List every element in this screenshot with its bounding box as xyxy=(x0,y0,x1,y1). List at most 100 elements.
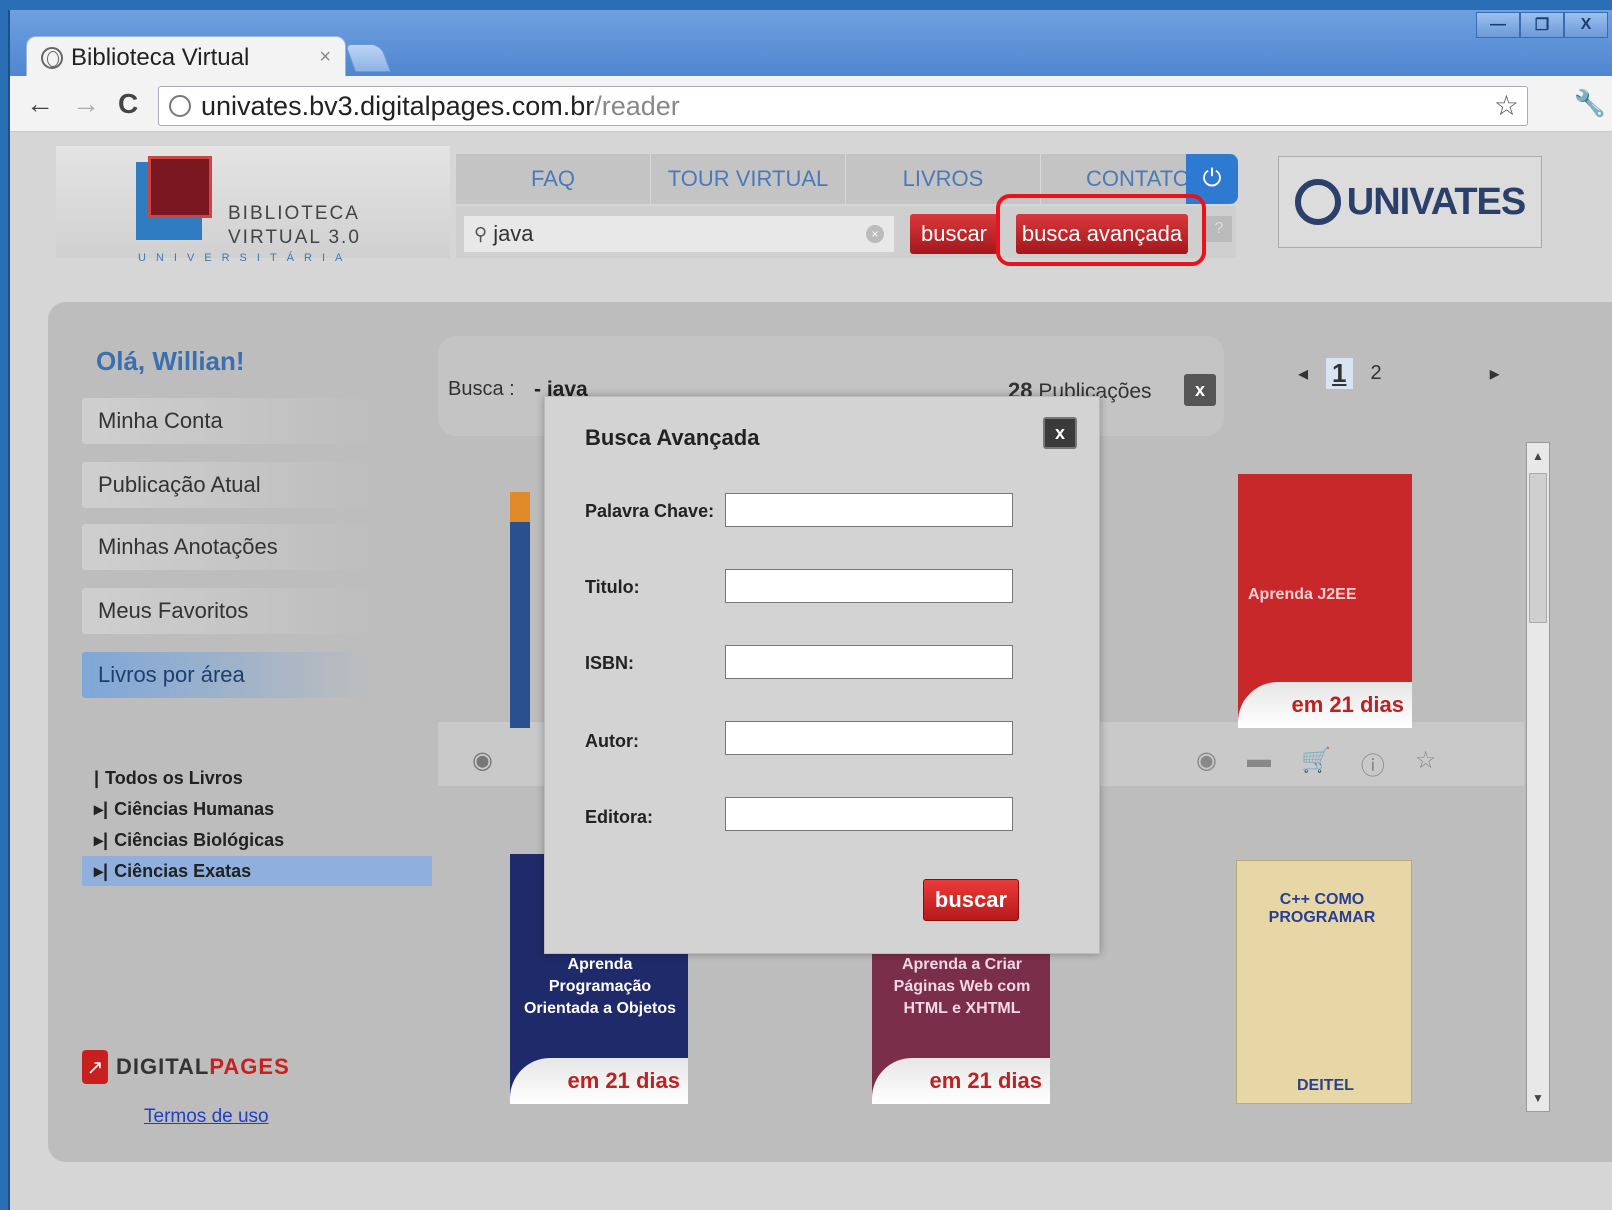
sidebar-item-livros-por-area[interactable]: Livros por área xyxy=(82,652,372,698)
address-bar[interactable]: univates.bv3.digitalpages.com.br /reader… xyxy=(158,86,1528,126)
clear-search-button[interactable]: x xyxy=(1184,374,1216,406)
palavra-chave-label: Palavra Chave: xyxy=(585,501,715,521)
titulo-label: Titulo: xyxy=(585,577,640,597)
print-icon[interactable]: ▬ xyxy=(1247,746,1271,781)
page-content: BIBLIOTECA VIRTUAL 3.0 UNIVERSITÁRIA FAQ… xyxy=(10,132,1612,1210)
busca-avancada-modal: Busca Avançada x Palavra Chave: Titulo: … xyxy=(544,396,1100,954)
page-info-icon[interactable] xyxy=(169,95,191,117)
view-icon[interactable]: ◉ xyxy=(472,746,493,775)
prev-page-icon[interactable]: ◂ xyxy=(1298,361,1308,386)
url-path: /reader xyxy=(594,90,680,121)
tree-label: Ciências Humanas xyxy=(114,799,275,819)
logo-line2: VIRTUAL 3.0 xyxy=(228,227,361,248)
tab-close-icon[interactable]: × xyxy=(319,46,331,69)
maximize-button[interactable]: ❐ xyxy=(1520,12,1564,38)
minimize-button[interactable]: — xyxy=(1476,12,1520,38)
highlight-annotation xyxy=(996,194,1206,266)
favorite-icon[interactable]: ☆ xyxy=(1415,746,1437,781)
browser-tab[interactable]: Biblioteca Virtual × xyxy=(26,36,346,78)
tree-label: Ciências Exatas xyxy=(114,860,252,881)
forward-icon[interactable]: → xyxy=(72,88,100,120)
digitalpages-icon: ↗ xyxy=(82,1050,108,1084)
tree-item-todos[interactable]: | Todos os Livros xyxy=(94,768,243,789)
palavra-chave-input[interactable] xyxy=(725,493,1013,527)
tree-item-humanas[interactable]: ▸| Ciências Humanas xyxy=(94,799,274,820)
sidebar-item-minhas-anotacoes[interactable]: Minhas Anotações xyxy=(82,524,372,570)
tree-item-biologicas[interactable]: ▸| Ciências Biológicas xyxy=(94,830,284,851)
dp-text-b: PAGES xyxy=(209,1054,290,1079)
editora-input[interactable] xyxy=(725,797,1013,831)
scroll-down-icon[interactable]: ▼ xyxy=(1529,1087,1547,1109)
autor-label: Autor: xyxy=(585,731,639,751)
browser-window: — ❐ X Biblioteca Virtual × ← → C univate… xyxy=(8,10,1612,1210)
modal-close-button[interactable]: x xyxy=(1043,417,1077,449)
book-title: Aprenda a Criar Páginas Web com HTML e X… xyxy=(893,956,1031,1017)
digitalpages-text: DIGITALPAGES xyxy=(116,1054,290,1080)
termos-de-uso-link[interactable]: Termos de uso xyxy=(144,1106,269,1128)
close-window-button[interactable]: X xyxy=(1564,12,1608,38)
nav-faq[interactable]: FAQ xyxy=(456,154,651,204)
modal-buscar-button[interactable]: buscar xyxy=(923,879,1019,921)
book-title: Aprenda Programação Orientada a Objetos xyxy=(523,956,677,1017)
sidebar-item-meus-favoritos[interactable]: Meus Favoritos xyxy=(82,588,372,634)
search-value: java xyxy=(493,221,534,246)
sidebar-item-publicacao-atual[interactable]: Publicação Atual xyxy=(82,462,372,508)
isbn-label: ISBN: xyxy=(585,653,634,673)
logo-mark xyxy=(136,154,226,244)
book-cover-cpp[interactable]: C++ COMO PROGRAMAR DEITEL xyxy=(1236,860,1412,1104)
reload-icon[interactable]: C xyxy=(118,88,138,120)
info-icon[interactable]: ⓘ xyxy=(1361,746,1385,781)
url-host: univates.bv3.digitalpages.com.br xyxy=(201,90,595,121)
isbn-input[interactable] xyxy=(725,645,1013,679)
wrench-icon[interactable]: 🔧 xyxy=(1574,88,1606,119)
univates-logo: UNIVATES xyxy=(1278,156,1542,248)
scroll-up-icon[interactable]: ▲ xyxy=(1529,445,1547,467)
tree-label: Ciências Biológicas xyxy=(114,830,285,850)
univates-text: UNIVATES xyxy=(1346,180,1526,223)
library-logo[interactable]: BIBLIOTECA VIRTUAL 3.0 UNIVERSITÁRIA xyxy=(56,146,450,264)
window-controls: — ❐ X xyxy=(1476,12,1608,38)
tab-title: Biblioteca Virtual xyxy=(71,43,250,71)
next-page-icon[interactable]: ▸ xyxy=(1490,361,1500,386)
greeting: Olá, Willian! xyxy=(96,346,245,376)
autor-input[interactable] xyxy=(725,721,1013,755)
tree-prefix: | xyxy=(94,768,100,788)
book-cover-partial[interactable] xyxy=(510,492,530,728)
univates-icon xyxy=(1294,179,1341,225)
page-1[interactable]: 1 xyxy=(1326,358,1353,389)
help-button[interactable]: ? xyxy=(1206,216,1232,242)
expand-icon[interactable]: ▸| xyxy=(94,799,108,820)
tree-label: Todos os Livros xyxy=(105,768,243,788)
page-2[interactable]: 2 xyxy=(1371,362,1382,385)
logo-square-red xyxy=(148,156,212,218)
expand-icon[interactable]: ▸| xyxy=(94,861,108,882)
expand-icon[interactable]: ▸| xyxy=(94,830,108,851)
back-icon[interactable]: ← xyxy=(26,88,54,120)
logo-line1: BIBLIOTECA xyxy=(228,203,360,224)
logo-subtitle: UNIVERSITÁRIA xyxy=(138,252,353,264)
book-edition: em 21 dias xyxy=(1238,682,1412,728)
clear-search-icon[interactable]: × xyxy=(866,225,884,243)
scroll-thumb[interactable] xyxy=(1529,473,1547,623)
busca-label: Busca : xyxy=(448,378,515,400)
logo-text: BIBLIOTECA VIRTUAL 3.0 xyxy=(228,202,361,250)
globe-icon xyxy=(41,46,63,69)
modal-title: Busca Avançada xyxy=(585,425,760,450)
nav-tour-virtual[interactable]: TOUR VIRTUAL xyxy=(651,154,846,204)
browser-toolbar: ← → C univates.bv3.digitalpages.com.br /… xyxy=(10,76,1612,132)
results-scrollbar[interactable]: ▲ ▼ xyxy=(1526,442,1550,1112)
sidebar-item-minha-conta[interactable]: Minha Conta xyxy=(82,398,372,444)
search-input[interactable]: ⚲ java × xyxy=(464,216,894,252)
tree-item-exatas[interactable]: ▸| Ciências Exatas xyxy=(82,856,432,886)
dp-text-a: DIGITAL xyxy=(116,1054,210,1079)
pagination: ◂ 1 2 ▸ xyxy=(1298,358,1500,389)
view-icon[interactable]: ◉ xyxy=(1196,746,1217,781)
bookmark-star-icon[interactable]: ☆ xyxy=(1494,89,1519,122)
book-cover-j2ee[interactable]: Aprenda J2EE em 21 dias xyxy=(1238,474,1412,728)
editora-label: Editora: xyxy=(585,807,654,827)
new-tab-button[interactable] xyxy=(344,44,392,72)
cart-icon[interactable]: 🛒 xyxy=(1301,746,1331,781)
book-title: Aprenda J2EE xyxy=(1248,586,1357,603)
buscar-button[interactable]: buscar xyxy=(910,214,998,254)
titulo-input[interactable] xyxy=(725,569,1013,603)
